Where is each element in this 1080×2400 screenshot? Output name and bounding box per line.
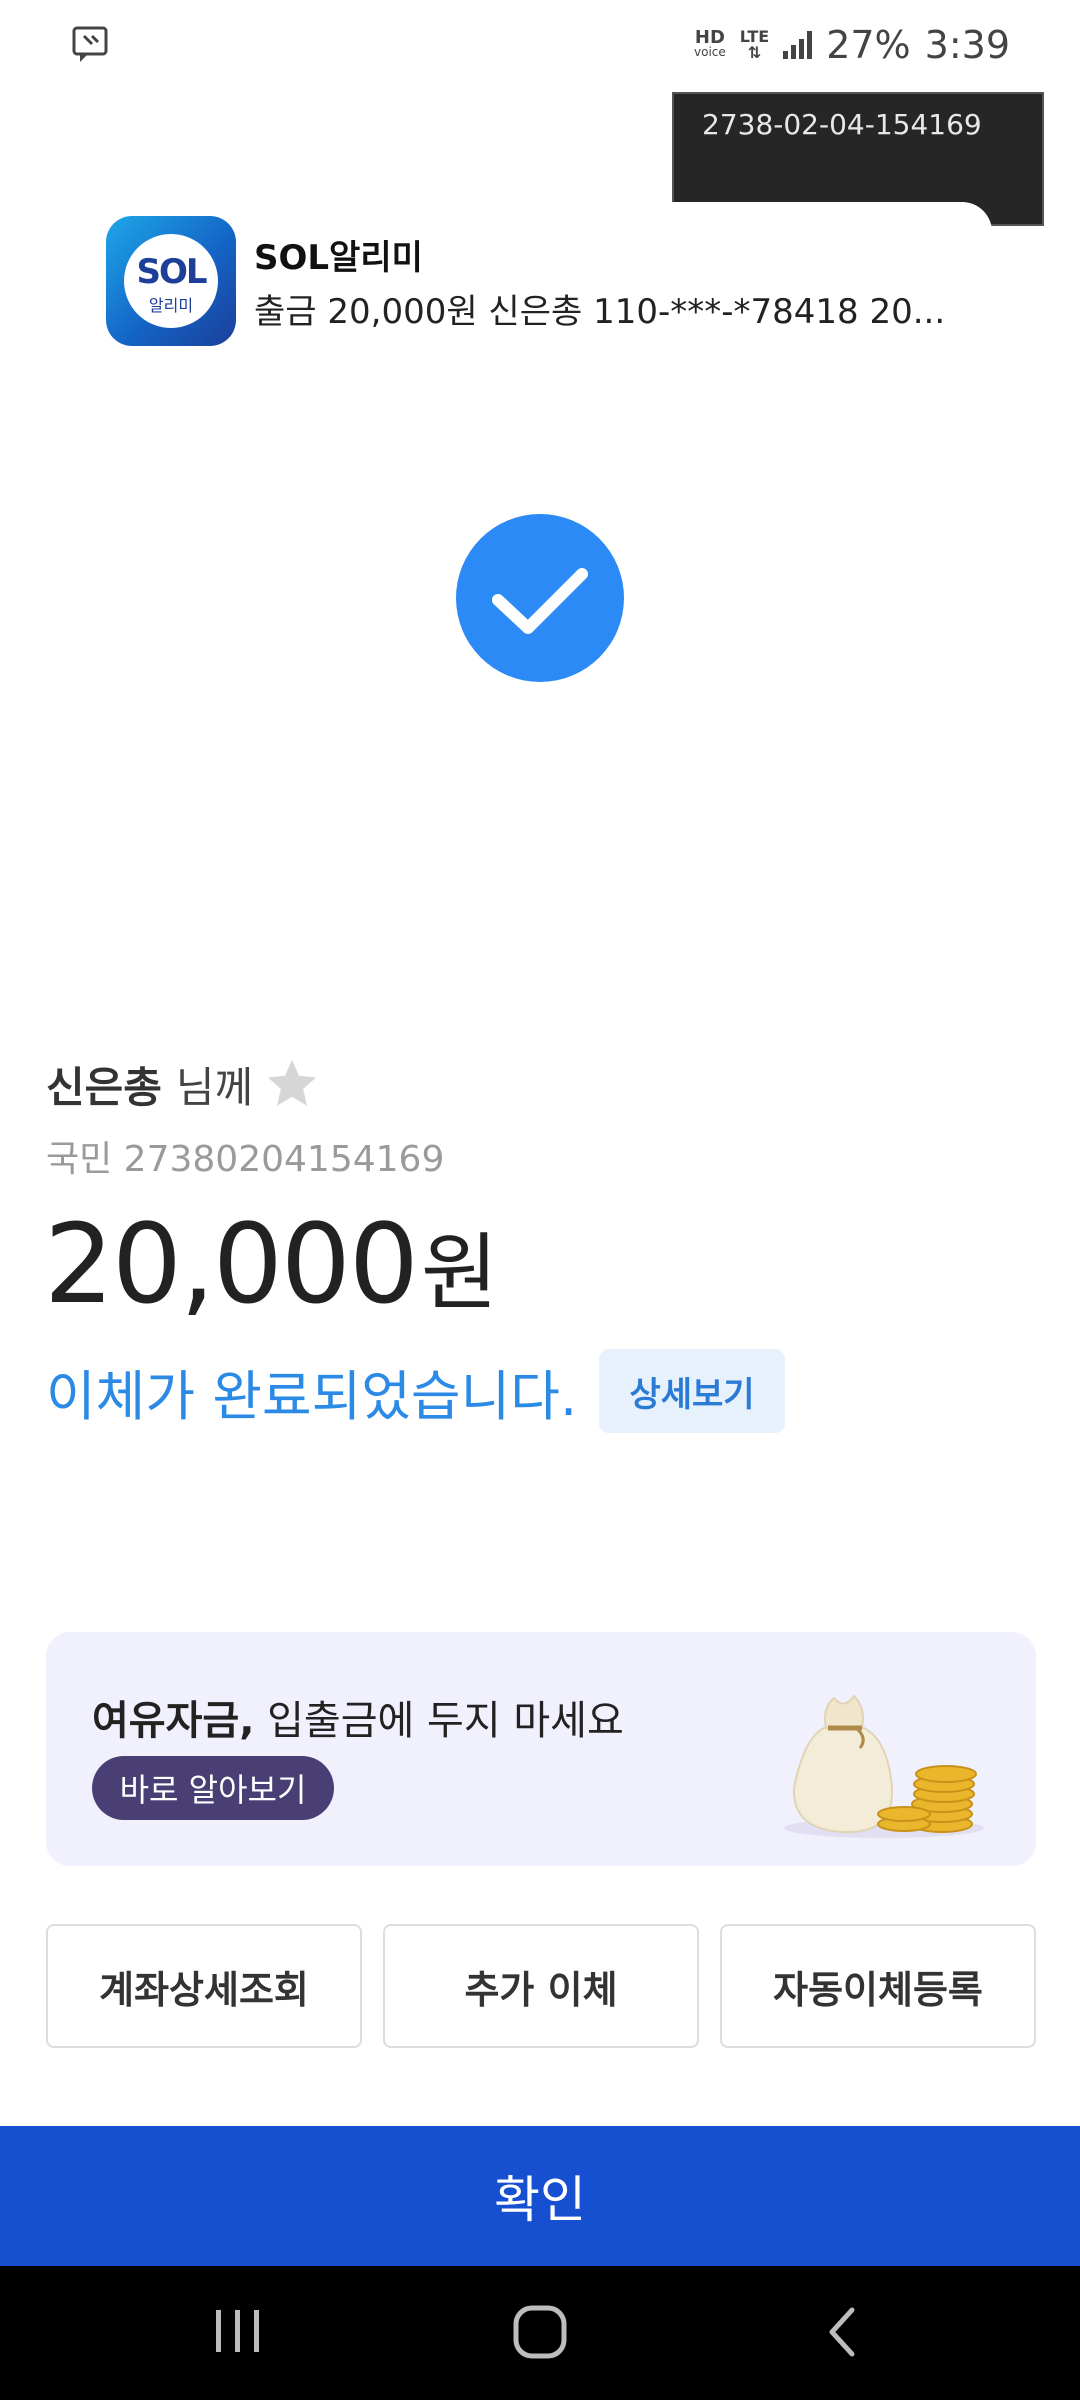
status-bar: HD voice LTE ⇅ 27% 3:39 — [0, 0, 1080, 90]
recipient-line: 신은총 님께 — [46, 1052, 321, 1116]
system-nav-bar — [0, 2266, 1080, 2400]
lte-indicator: LTE ⇅ — [739, 27, 770, 62]
additional-transfer-button[interactable]: 추가 이체 — [383, 1924, 699, 2048]
screenshot-icon — [72, 26, 108, 62]
check-icon — [456, 514, 624, 682]
app-icon-logo-text: SOL — [136, 252, 207, 292]
overlay-text: 2738-02-04-154169 — [702, 108, 982, 141]
notification-body: 출금 20,000원 신은총 110-***-*78418 20... — [254, 292, 946, 332]
recipient-account: 국민 27380204154169 — [46, 1139, 445, 1180]
learn-more-button[interactable]: 바로 알아보기 — [92, 1756, 334, 1820]
promo-banner[interactable]: 여유자금, 입출금에 두지 마세요 바로 알아보기 — [46, 1632, 1036, 1866]
app-icon-subtext: 알리미 — [148, 296, 194, 315]
confirm-button[interactable]: 확인 — [0, 2126, 1080, 2266]
recent-apps-icon[interactable] — [214, 2306, 262, 2356]
clock: 3:39 — [924, 23, 1010, 67]
battery-level: 27% — [826, 23, 911, 67]
star-icon[interactable] — [263, 1055, 321, 1113]
signal-icon — [783, 31, 813, 59]
action-buttons: 계좌상세조회 추가 이체 자동이체등록 — [46, 1924, 1036, 2048]
banner-title: 여유자금, 입출금에 두지 마세요 — [92, 1688, 624, 1746]
money-bag-illustration — [784, 1694, 984, 1838]
completion-message: 이체가 완료되었습니다. — [46, 1365, 578, 1428]
view-details-button[interactable]: 상세보기 — [599, 1349, 785, 1433]
recipient-suffix: 님께 — [175, 1062, 254, 1112]
banner-title-bold: 여유자금, — [92, 1698, 255, 1744]
transfer-amount: 20,000 원 — [44, 1200, 498, 1330]
push-notification[interactable]: SOL 알리미 SOL알리미 출금 20,000원 신은총 110-***-*7… — [88, 202, 992, 358]
home-icon[interactable] — [512, 2304, 568, 2360]
back-icon[interactable] — [822, 2304, 862, 2360]
amount-value: 20,000 — [44, 1200, 419, 1328]
hd-voice-indicator: HD voice — [694, 27, 726, 60]
recipient-name: 신은총 — [46, 1062, 162, 1112]
auto-transfer-register-button[interactable]: 자동이체등록 — [720, 1924, 1036, 2048]
banner-title-rest: 입출금에 두지 마세요 — [254, 1698, 624, 1744]
account-details-button[interactable]: 계좌상세조회 — [46, 1924, 362, 2048]
sol-alimi-app-icon: SOL 알리미 — [106, 216, 236, 346]
notification-title: SOL알리미 — [254, 238, 423, 278]
amount-currency: 원 — [420, 1224, 499, 1322]
